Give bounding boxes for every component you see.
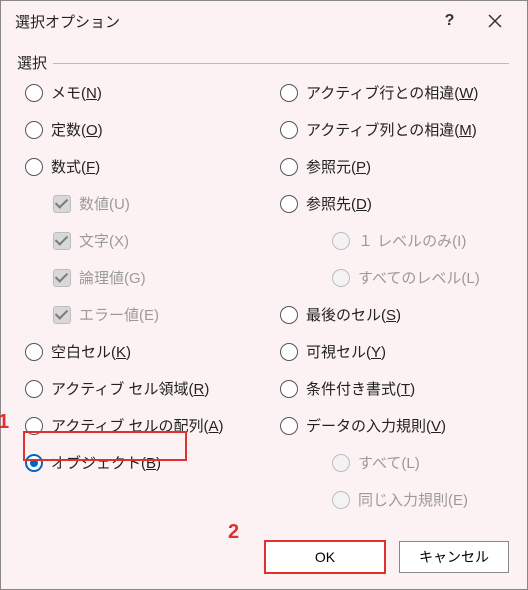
option-label: エラー値(E) [79,304,159,325]
checkbox-icon [53,232,71,250]
option-label: 数式(F) [51,156,100,177]
option-label: 数値(U) [79,193,130,214]
checkbox-icon [53,269,71,287]
radio-option[interactable]: 参照元(P) [274,156,509,177]
option-label: 参照先(D) [306,193,372,214]
radio-icon [25,84,43,102]
dialog-body: 選択 メモ(N) 定数(O) 数式(F) 数値(U) 文字(X) 論理値(G) エラー値(E… [1,41,527,529]
radio-icon [25,380,43,398]
radio-option[interactable]: アクティブ列との相違(M) [274,119,509,140]
close-icon [488,14,502,28]
radio-icon [25,158,43,176]
dialog-footer: OK キャンセル [1,529,527,589]
radio-icon [280,121,298,139]
option-label: メモ(N) [51,82,102,103]
radio-icon [280,195,298,213]
checkbox-option: 文字(X) [19,230,254,251]
radio-option[interactable]: メモ(N) [19,82,254,103]
group-label: 選択 [17,52,53,73]
radio-icon [332,269,350,287]
close-button[interactable] [472,6,517,36]
titlebar: 選択オプション ? [1,1,527,41]
option-label: 最後のセル(S) [306,304,401,325]
option-label: 可視セル(Y) [306,341,386,362]
option-label: すべてのレベル(L) [358,267,480,288]
dialog-title: 選択オプション [15,11,427,32]
annotation-callout-2: 2 [228,521,239,544]
radio-icon [280,343,298,361]
radio-option[interactable]: データの入力規則(V) [274,415,509,436]
radio-option: すべてのレベル(L) [274,267,509,288]
radio-icon [332,232,350,250]
radio-option[interactable]: 数式(F) [19,156,254,177]
option-label: オブジェクト(B) [51,452,161,473]
radio-option: １ レベルのみ(I) [274,230,509,251]
cancel-button[interactable]: キャンセル [399,541,509,573]
left-column: メモ(N) 定数(O) 数式(F) 数値(U) 文字(X) 論理値(G) エラー値(E) 空白… [19,76,254,510]
option-label: 空白セル(K) [51,341,131,362]
radio-icon [280,306,298,324]
option-label: アクティブ セルの配列(A) [51,415,224,436]
option-label: アクティブ列との相違(M) [306,119,477,140]
checkbox-icon [53,195,71,213]
radio-option[interactable]: 条件付き書式(T) [274,378,509,399]
radio-icon [25,121,43,139]
option-label: アクティブ セル領域(R) [51,378,209,399]
radio-option: すべて(L) [274,452,509,473]
help-button[interactable]: ? [427,6,472,36]
radio-icon [25,417,43,435]
checkbox-icon [53,306,71,324]
radio-option[interactable]: オブジェクト(B) [19,452,254,473]
radio-option[interactable]: アクティブ セルの配列(A) [19,415,254,436]
radio-option[interactable]: 参照先(D) [274,193,509,214]
radio-icon [280,417,298,435]
radio-icon [332,454,350,472]
radio-option[interactable]: 空白セル(K) [19,341,254,362]
radio-icon [25,343,43,361]
radio-icon [280,380,298,398]
radio-option[interactable]: 定数(O) [19,119,254,140]
option-label: 定数(O) [51,119,103,140]
radio-option[interactable]: 可視セル(Y) [274,341,509,362]
checkbox-option: 数値(U) [19,193,254,214]
right-column: アクティブ行との相違(W) アクティブ列との相違(M) 参照元(P) 参照先(D) １ … [274,76,509,510]
radio-option: 同じ入力規則(E) [274,489,509,510]
dialog: 選択オプション ? 選択 メモ(N) 定数(O) 数式(F) 数値(U) 文字(X) 論理… [0,0,528,590]
selection-group: 選択 メモ(N)定数(O)数式(F)数値(U)文字(X)論理値(G)エラー値(E… [19,63,509,519]
radio-icon [332,491,350,509]
ok-button[interactable]: OK [265,541,385,573]
option-label: 論理値(G) [79,267,146,288]
radio-icon [280,158,298,176]
radio-option[interactable]: アクティブ セル領域(R) [19,378,254,399]
annotation-callout-1: 1 [0,411,9,434]
radio-option[interactable]: 最後のセル(S) [274,304,509,325]
option-label: １ レベルのみ(I) [358,230,466,251]
option-label: 参照元(P) [306,156,371,177]
option-label: 同じ入力規則(E) [358,489,468,510]
option-label: 文字(X) [79,230,129,251]
checkbox-option: 論理値(G) [19,267,254,288]
option-label: すべて(L) [358,452,420,473]
radio-option[interactable]: アクティブ行との相違(W) [274,82,509,103]
radio-icon [280,84,298,102]
checkbox-option: エラー値(E) [19,304,254,325]
radio-icon [25,454,43,472]
option-label: 条件付き書式(T) [306,378,415,399]
option-label: アクティブ行との相違(W) [306,82,478,103]
option-label: データの入力規則(V) [306,415,446,436]
columns: メモ(N) 定数(O) 数式(F) 数値(U) 文字(X) 論理値(G) エラー値(E) 空白… [19,76,509,510]
